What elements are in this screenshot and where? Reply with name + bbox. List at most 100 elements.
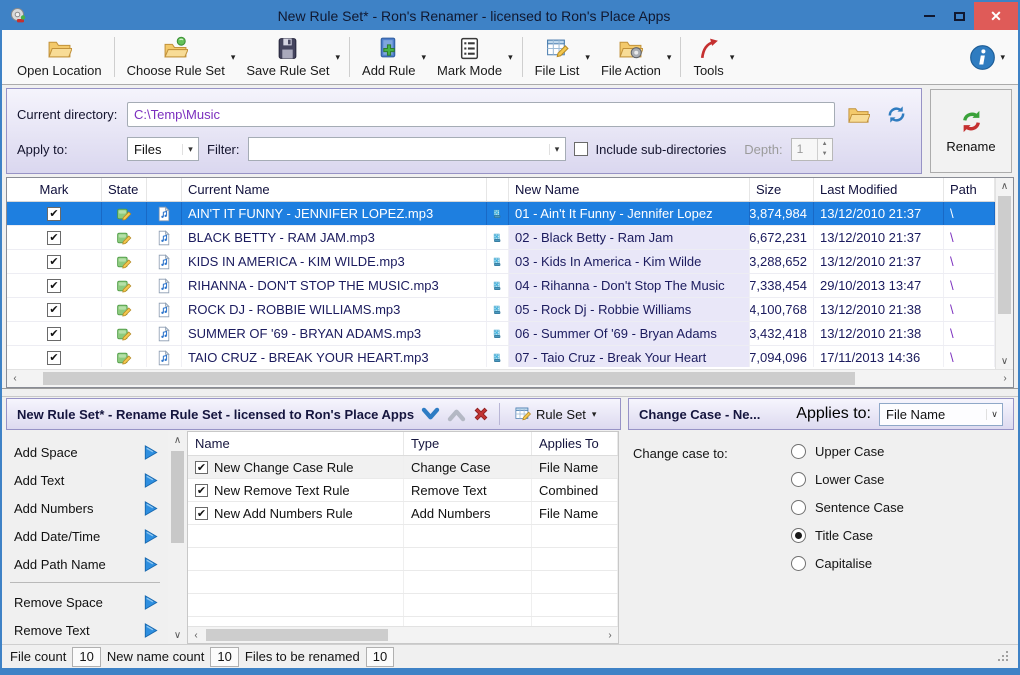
radio-button[interactable] bbox=[791, 528, 806, 543]
resize-grip-icon[interactable] bbox=[997, 650, 1010, 663]
toolbar-save-rule-set-button[interactable]: Save Rule Set ▾ bbox=[239, 33, 344, 81]
column-header-icon[interactable] bbox=[487, 178, 509, 201]
toolbar-tools-button[interactable]: Tools ▾ bbox=[686, 33, 738, 81]
scroll-right-icon[interactable]: › bbox=[997, 370, 1013, 387]
rule-enabled-checkbox[interactable]: ✔ bbox=[195, 460, 208, 474]
info-button[interactable]: ▾ bbox=[969, 44, 1010, 71]
rules-column-header-name[interactable]: Name bbox=[188, 432, 404, 455]
toolbar-mark-mode-button[interactable]: Mark Mode ▾ bbox=[430, 33, 517, 81]
file-table-vertical-scrollbar[interactable]: ∧ ∨ bbox=[995, 178, 1013, 369]
splitter[interactable] bbox=[2, 388, 1018, 397]
sidebar-item-add-date-time[interactable]: Add Date/Time bbox=[6, 522, 168, 550]
sidebar-scrollbar[interactable]: ∧ ∨ bbox=[168, 431, 187, 644]
delete-rule-icon[interactable] bbox=[473, 406, 489, 422]
scroll-up-icon[interactable]: ∧ bbox=[996, 178, 1013, 194]
radio-option-upper-case[interactable]: Upper Case bbox=[791, 444, 904, 459]
column-header-last-modified[interactable]: Last Modified bbox=[814, 178, 944, 201]
minimize-button[interactable] bbox=[914, 5, 944, 27]
play-icon[interactable] bbox=[142, 528, 159, 545]
chevron-down-icon[interactable] bbox=[421, 407, 440, 422]
rules-column-header-type[interactable]: Type bbox=[404, 432, 532, 455]
play-icon[interactable] bbox=[142, 556, 159, 573]
radio-button[interactable] bbox=[791, 500, 806, 515]
scroll-down-icon[interactable]: ∨ bbox=[168, 628, 187, 642]
horizontal-scroll-thumb[interactable] bbox=[206, 629, 388, 641]
chevron-down-icon[interactable]: ▾ bbox=[730, 52, 735, 63]
chevron-down-icon[interactable]: ▾ bbox=[1000, 52, 1005, 63]
close-button[interactable]: ✕ bbox=[974, 2, 1018, 30]
chevron-down-icon[interactable]: ▾ bbox=[422, 52, 427, 63]
toolbar-open-location-button[interactable]: Open Location bbox=[10, 33, 109, 81]
radio-button[interactable] bbox=[791, 472, 806, 487]
file-row[interactable]: ✔ TAIO CRUZ - BREAK YOUR HEART.mp3 07 - Ta… bbox=[7, 346, 1013, 367]
sidebar-item-remove-text[interactable]: Remove Text bbox=[6, 616, 168, 644]
column-header-path[interactable]: Path bbox=[944, 178, 995, 201]
file-table-horizontal-scrollbar[interactable]: ‹ › bbox=[7, 369, 1013, 387]
mark-checkbox[interactable]: ✔ bbox=[47, 230, 61, 245]
radio-option-sentence-case[interactable]: Sentence Case bbox=[791, 500, 904, 515]
file-row[interactable]: ✔ AIN'T IT FUNNY - JENNIFER LOPEZ.mp3 01 -… bbox=[7, 202, 1013, 226]
mark-checkbox[interactable]: ✔ bbox=[47, 254, 61, 269]
applies-to-select[interactable]: File Name ∨ bbox=[879, 402, 1003, 426]
column-header-size[interactable]: Size bbox=[750, 178, 814, 201]
mark-checkbox[interactable]: ✔ bbox=[47, 206, 61, 221]
radio-button[interactable] bbox=[791, 444, 806, 459]
refresh-button[interactable] bbox=[881, 101, 911, 128]
radio-option-lower-case[interactable]: Lower Case bbox=[791, 472, 904, 487]
horizontal-scroll-thumb[interactable] bbox=[43, 372, 855, 385]
sidebar-item-add-numbers[interactable]: Add Numbers bbox=[6, 494, 168, 522]
include-subdirectories-checkbox[interactable] bbox=[573, 142, 588, 156]
toolbar-choose-rule-set-button[interactable]: Choose Rule Set ▾ bbox=[120, 33, 240, 81]
sidebar-item-add-path-name[interactable]: Add Path Name bbox=[6, 550, 168, 578]
play-icon[interactable] bbox=[142, 594, 159, 611]
column-header-mark[interactable]: Mark bbox=[7, 178, 102, 201]
depth-spin-buttons[interactable]: ▲ ▼ bbox=[816, 138, 832, 160]
toolbar-file-action-button[interactable]: File Action ▾ bbox=[594, 33, 676, 81]
column-header-current-name[interactable]: Current Name bbox=[182, 178, 487, 201]
file-row[interactable]: ✔ RIHANNA - DON'T STOP THE MUSIC.mp3 04 - … bbox=[7, 274, 1013, 298]
scroll-right-icon[interactable]: › bbox=[602, 627, 618, 643]
browse-folder-button[interactable] bbox=[843, 101, 873, 128]
rule-row[interactable]: ✔ New Change Case Rule Change Case File Nam… bbox=[188, 456, 618, 479]
sidebar-item-remove-space[interactable]: Remove Space bbox=[6, 588, 168, 616]
scroll-down-icon[interactable]: ∨ bbox=[996, 353, 1013, 369]
chevron-down-icon[interactable]: ▾ bbox=[508, 52, 513, 63]
rename-button[interactable]: Rename bbox=[930, 89, 1012, 173]
chevron-down-icon[interactable]: ▾ bbox=[585, 52, 590, 63]
file-row[interactable]: ✔ SUMMER OF '69 - BRYAN ADAMS.mp3 06 - Sum… bbox=[7, 322, 1013, 346]
file-row[interactable]: ✔ ROCK DJ - ROBBIE WILLIAMS.mp3 05 - Rock … bbox=[7, 298, 1013, 322]
scroll-left-icon[interactable]: ‹ bbox=[7, 370, 23, 387]
chevron-down-icon[interactable]: ▾ bbox=[231, 52, 236, 63]
play-icon[interactable] bbox=[142, 472, 159, 489]
play-icon[interactable] bbox=[142, 500, 159, 517]
rule-enabled-checkbox[interactable]: ✔ bbox=[195, 506, 208, 520]
mark-checkbox[interactable]: ✔ bbox=[47, 350, 61, 365]
rule-row[interactable]: ✔ New Remove Text Rule Remove Text Combined bbox=[188, 479, 618, 502]
radio-option-title-case[interactable]: Title Case bbox=[791, 528, 904, 543]
rule-enabled-checkbox[interactable]: ✔ bbox=[195, 483, 208, 497]
chevron-down-icon[interactable]: ▾ bbox=[336, 52, 341, 63]
column-header-new-name[interactable]: New Name bbox=[509, 178, 750, 201]
file-row[interactable]: ✔ BLACK BETTY - RAM JAM.mp3 02 - Black Bet… bbox=[7, 226, 1013, 250]
mark-checkbox[interactable]: ✔ bbox=[47, 302, 61, 317]
rule-row[interactable]: ✔ New Add Numbers Rule Add Numbers File Nam… bbox=[188, 502, 618, 525]
sidebar-item-add-space[interactable]: Add Space bbox=[6, 438, 168, 466]
toolbar-add-rule-button[interactable]: Add Rule ▾ bbox=[355, 33, 430, 81]
rules-column-header-applies-to[interactable]: Applies To bbox=[532, 432, 618, 455]
mark-checkbox[interactable]: ✔ bbox=[47, 326, 61, 341]
filter-select[interactable]: ▾ bbox=[247, 137, 566, 161]
scroll-left-icon[interactable]: ‹ bbox=[188, 627, 204, 643]
mark-checkbox[interactable]: ✔ bbox=[47, 278, 61, 293]
sidebar-item-add-text[interactable]: Add Text bbox=[6, 466, 168, 494]
apply-to-select[interactable]: Files ▾ bbox=[127, 137, 199, 161]
toolbar-file-list-button[interactable]: File List ▾ bbox=[528, 33, 594, 81]
chevron-down-icon[interactable]: ▾ bbox=[667, 52, 672, 63]
depth-spinner[interactable]: 1 ▲ ▼ bbox=[790, 137, 833, 161]
column-header-icon[interactable] bbox=[147, 178, 182, 201]
play-icon[interactable] bbox=[142, 622, 159, 639]
vertical-scroll-thumb[interactable] bbox=[998, 196, 1011, 314]
chevron-up-icon[interactable] bbox=[447, 407, 466, 422]
scroll-up-icon[interactable]: ∧ bbox=[168, 433, 187, 447]
column-header-state[interactable]: State bbox=[102, 178, 147, 201]
rules-table-horizontal-scrollbar[interactable]: ‹ › bbox=[188, 626, 618, 643]
